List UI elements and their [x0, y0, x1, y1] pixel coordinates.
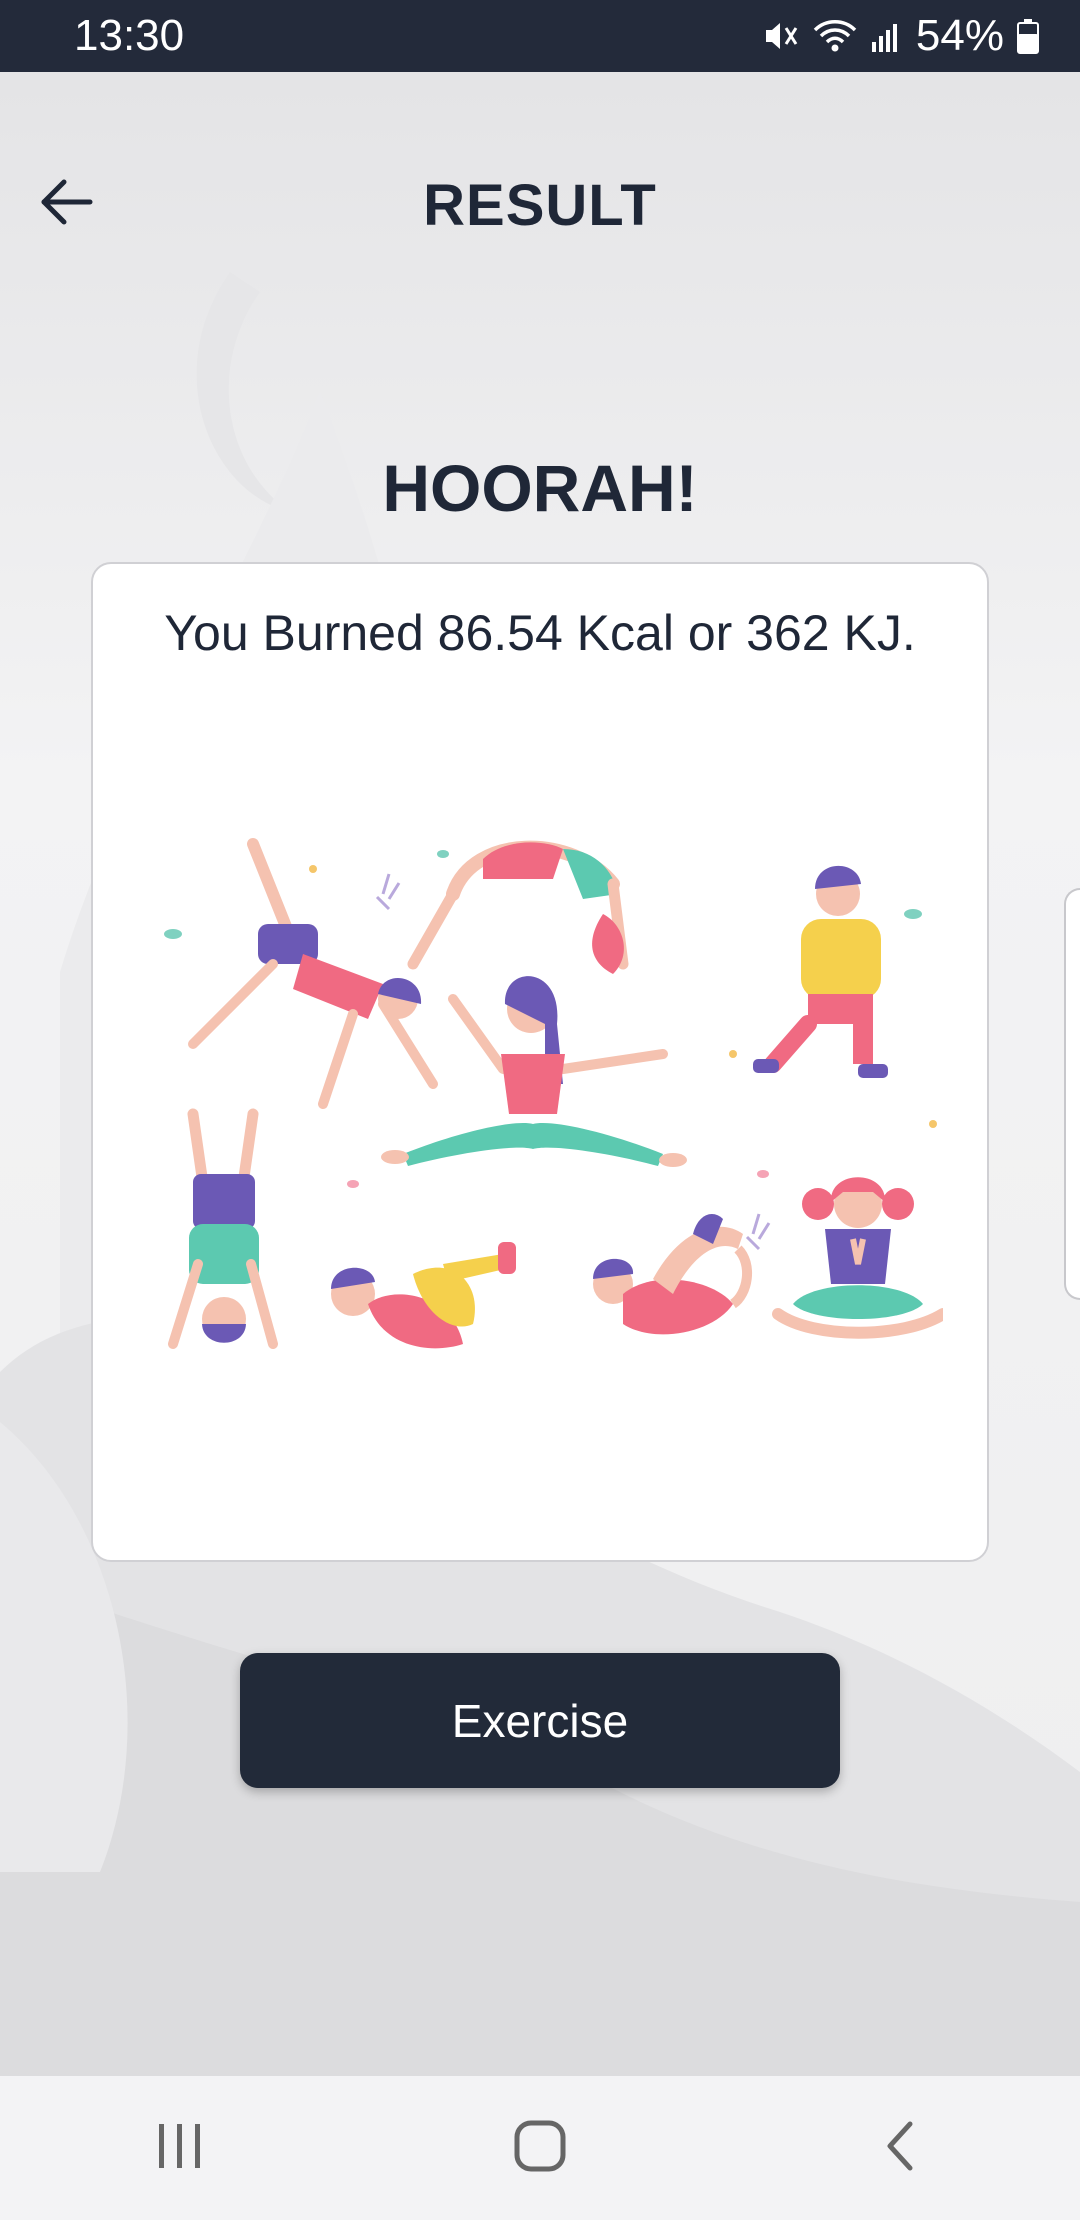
system-back-button[interactable] [820, 2088, 980, 2208]
status-time: 13:30 [74, 11, 185, 60]
battery-icon [1016, 16, 1040, 56]
page-title: RESULT [423, 173, 657, 238]
home-icon [512, 2118, 568, 2179]
app-header: RESULT [0, 150, 1080, 260]
signal-icon [870, 16, 904, 56]
calories-burned-text: You Burned 86.54 Kcal or 362 KJ. [164, 605, 916, 661]
status-icons: 54% [760, 11, 1040, 61]
recent-apps-button[interactable] [100, 2088, 260, 2208]
edge-panel-handle[interactable] [1064, 888, 1080, 1300]
kids-yoga-illustration [153, 824, 949, 1424]
exercise-button[interactable]: Exercise [240, 1653, 840, 1788]
result-card: You Burned 86.54 Kcal or 362 KJ. [91, 562, 989, 1562]
status-bar: 13:30 54% [0, 0, 1080, 72]
back-icon [880, 2118, 920, 2179]
system-nav-bar [0, 2076, 1080, 2220]
recent-apps-icon [150, 2118, 210, 2179]
home-button[interactable] [460, 2088, 620, 2208]
battery-percent: 54% [915, 11, 1004, 60]
mute-icon [760, 16, 800, 56]
result-headline: HOORAH! [382, 451, 698, 525]
wifi-icon [812, 16, 858, 56]
